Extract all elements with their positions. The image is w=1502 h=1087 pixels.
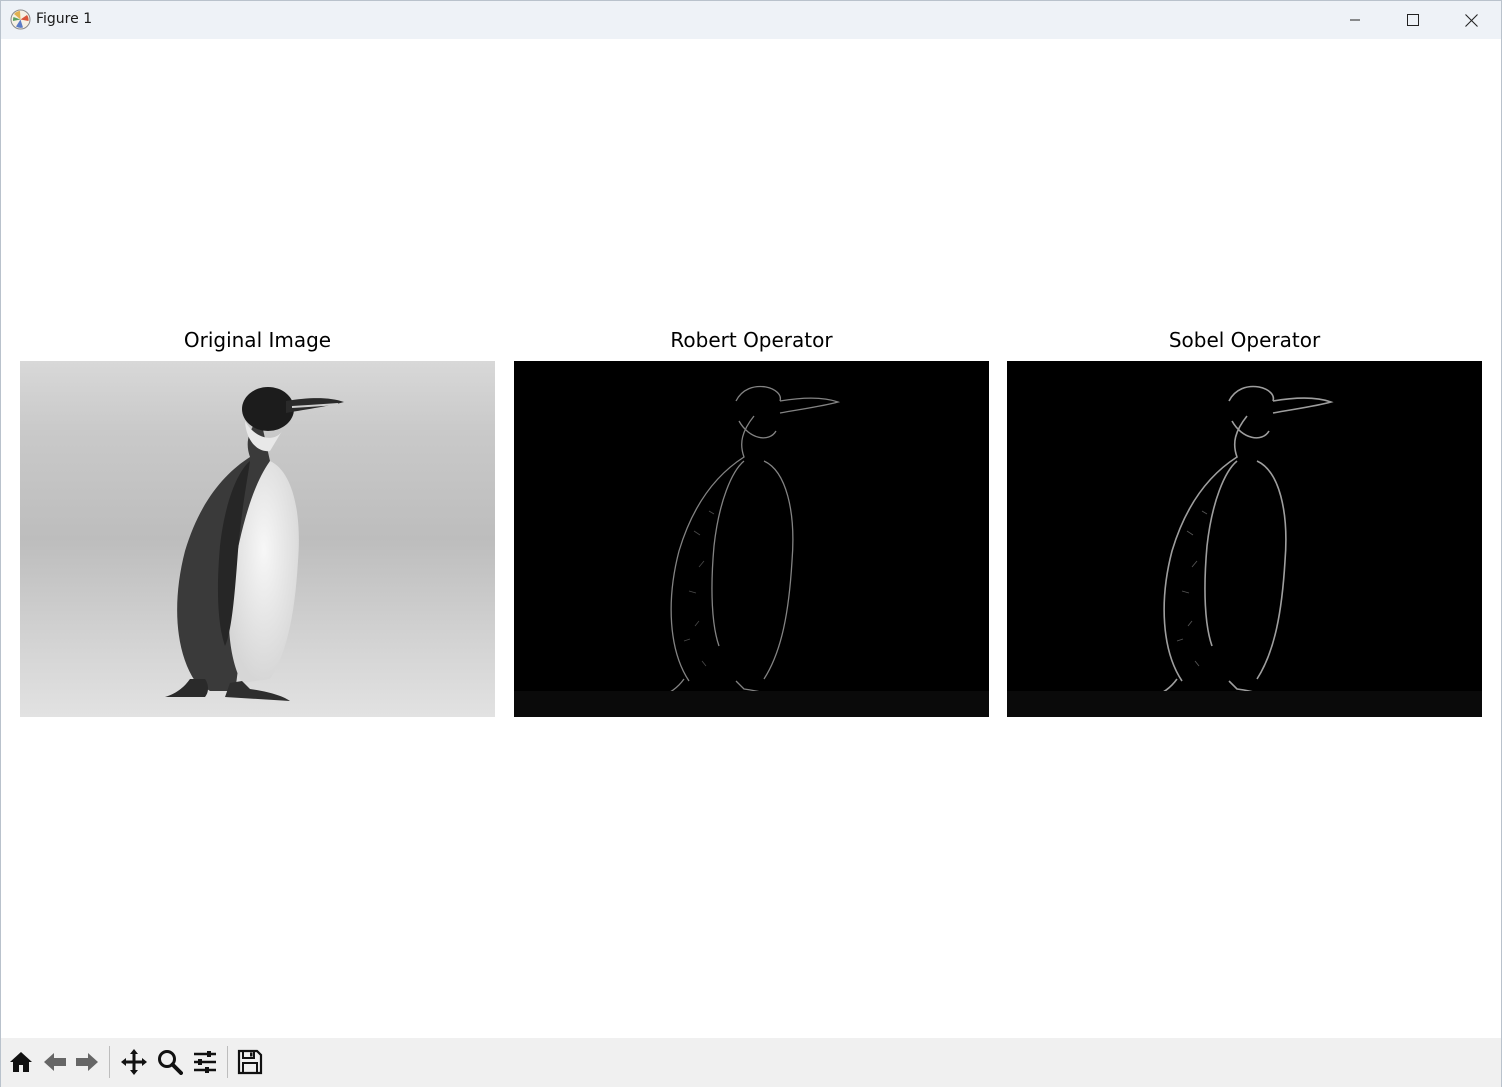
figure-window: Figure 1 Original Image Robert Operator …	[0, 0, 1502, 1087]
configure-subplots-button[interactable]	[189, 1048, 221, 1080]
save-button[interactable]	[234, 1048, 266, 1080]
toolbar-separator	[109, 1046, 110, 1078]
back-icon	[42, 1049, 68, 1079]
subplot-title-original: Original Image	[183, 328, 332, 352]
back-button[interactable]	[39, 1048, 71, 1080]
close-icon	[1464, 13, 1478, 27]
home-button[interactable]	[5, 1048, 37, 1080]
minimize-icon	[1349, 14, 1361, 26]
forward-button[interactable]	[71, 1048, 103, 1080]
matplotlib-app-icon	[10, 9, 31, 30]
original-image[interactable]	[20, 361, 495, 717]
save-icon	[237, 1049, 263, 1079]
pan-button[interactable]	[118, 1048, 150, 1080]
figure-canvas[interactable]: Original Image Robert Operator Sobel Ope…	[1, 39, 1501, 1038]
toolbar-separator	[227, 1046, 228, 1078]
maximize-icon	[1407, 14, 1419, 26]
forward-icon	[74, 1049, 100, 1079]
home-icon	[8, 1049, 34, 1079]
window-title: Figure 1	[36, 11, 93, 27]
minimize-button[interactable]	[1326, 1, 1384, 39]
sobel-operator-image[interactable]	[1007, 361, 1482, 717]
configure-subplots-icon	[192, 1049, 218, 1079]
subplot-title-sobel: Sobel Operator	[1168, 328, 1321, 352]
zoom-icon	[157, 1049, 183, 1079]
maximize-button[interactable]	[1384, 1, 1442, 39]
subplot-title-robert: Robert Operator	[670, 328, 833, 352]
navigation-toolbar	[1, 1038, 1501, 1087]
robert-operator-image[interactable]	[514, 361, 989, 717]
zoom-button[interactable]	[154, 1048, 186, 1080]
close-button[interactable]	[1442, 1, 1500, 39]
pan-icon	[120, 1048, 148, 1080]
title-bar[interactable]: Figure 1	[1, 1, 1501, 39]
